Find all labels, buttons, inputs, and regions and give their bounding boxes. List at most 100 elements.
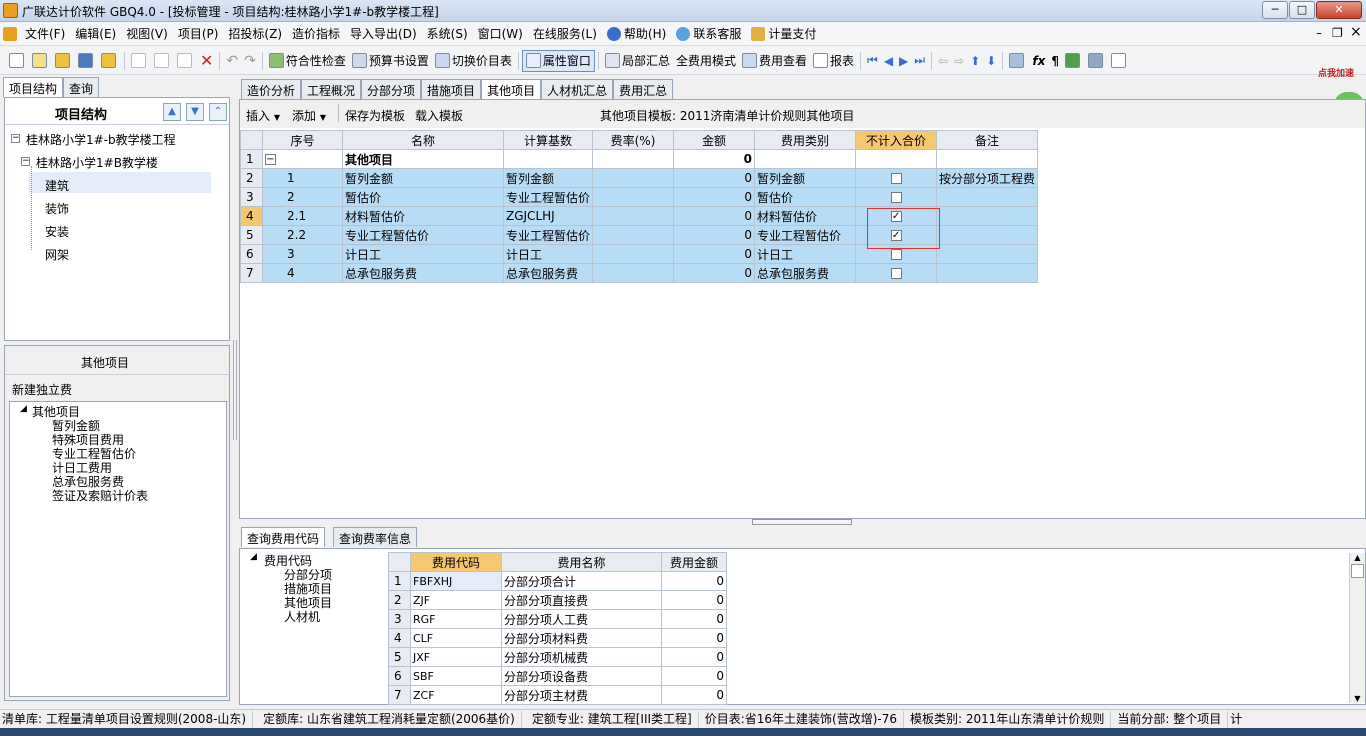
tab-labor-material-summary[interactable]: 人材机汇总: [541, 79, 614, 99]
save-button[interactable]: [75, 50, 98, 72]
table-row[interactable]: 1 FBFXHJ 分部分项合计 0: [388, 571, 727, 591]
cell-category[interactable]: [754, 149, 857, 169]
new-project-button[interactable]: [29, 50, 52, 72]
table-row[interactable]: 2 ZJF 分部分项直接费 0: [388, 590, 727, 610]
col-header-seq[interactable]: 序号: [262, 130, 343, 150]
cell-fee-code[interactable]: ZJF: [410, 590, 502, 610]
cell-name[interactable]: 暂列金额: [342, 168, 504, 188]
cell-category[interactable]: 总承包服务费: [754, 263, 857, 283]
move-right-button[interactable]: ⇨: [951, 50, 967, 72]
cell-amount[interactable]: 0: [673, 263, 756, 283]
cell-fee-amount[interactable]: 0: [661, 666, 727, 686]
tree-leaf-decoration[interactable]: 装饰: [45, 200, 69, 217]
col-header-remark[interactable]: 备注: [936, 130, 1039, 150]
screen-button[interactable]: [1085, 50, 1108, 72]
menu-payment[interactable]: 计量支付: [746, 23, 821, 45]
cell-exclude[interactable]: [855, 168, 938, 188]
cell-amount[interactable]: 0: [673, 187, 756, 207]
tab-measures[interactable]: 措施项目: [421, 79, 482, 99]
fee-code-labor-material[interactable]: 人材机: [284, 608, 320, 625]
copy-button[interactable]: [151, 50, 174, 72]
report-button[interactable]: 报表: [810, 50, 857, 72]
table-row[interactable]: 2 1 暂列金额 暂列金额 0 暂列金额 按分部分项工程费: [240, 168, 1039, 188]
cell-name[interactable]: 总承包服务费: [342, 263, 504, 283]
table-row[interactable]: 6 SBF 分部分项设备费 0: [388, 666, 727, 686]
scroll-up-icon[interactable]: ▲: [1350, 553, 1365, 562]
fee-view-button[interactable]: 费用查看: [739, 50, 810, 72]
menu-contact-service[interactable]: 联系客服: [671, 23, 746, 45]
cell-name[interactable]: 专业工程暂估价: [342, 225, 504, 245]
col-header-rate[interactable]: 费率(%): [592, 130, 675, 150]
tab-project-overview[interactable]: 工程概况: [301, 79, 362, 99]
tree-expand-icon[interactable]: ◢: [20, 404, 27, 414]
cell-amount[interactable]: 0: [673, 206, 756, 226]
cell-remark[interactable]: [936, 225, 1039, 245]
cell-rate[interactable]: [592, 263, 675, 283]
speed-badge-label[interactable]: 点我加速: [1318, 66, 1366, 80]
tree-expand-icon[interactable]: ◢: [250, 552, 257, 562]
horizontal-splitter[interactable]: [752, 519, 852, 525]
cell-base[interactable]: 专业工程暂估价: [502, 187, 594, 207]
cell-category[interactable]: 计日工: [754, 244, 857, 264]
maximize-button[interactable]: □: [1289, 1, 1315, 19]
tree-collapse-icon[interactable]: −: [21, 157, 30, 166]
cell-amount[interactable]: 0: [673, 149, 756, 169]
cell-amount[interactable]: 0: [673, 225, 756, 245]
menu-help[interactable]: 帮助(H): [602, 23, 671, 45]
list-button[interactable]: [1108, 50, 1131, 72]
cell-seq[interactable]: 2.2: [262, 225, 343, 245]
cell-base[interactable]: 总承包服务费: [502, 263, 594, 283]
other-item-visa-claims[interactable]: 签证及索赔计价表: [52, 487, 148, 504]
tab-query[interactable]: 查询: [63, 77, 100, 97]
cell-rate[interactable]: [592, 244, 675, 264]
cell-category[interactable]: 材料暂估价: [754, 206, 857, 226]
col-header-fee-code[interactable]: 费用代码: [410, 552, 502, 572]
move-down-button[interactable]: ⬇: [983, 50, 999, 72]
tree-leaf-construction[interactable]: 建筑: [45, 177, 69, 194]
cell-exclude[interactable]: [855, 263, 938, 283]
menu-project[interactable]: 项目(P): [173, 23, 224, 45]
cell-remark[interactable]: [936, 263, 1039, 283]
menu-file[interactable]: 文件(F): [20, 23, 70, 45]
tree-root-project[interactable]: 桂林路小学1#-b教学楼工程: [26, 131, 176, 148]
cell-rate[interactable]: [592, 225, 675, 245]
exclude-checkbox[interactable]: [890, 192, 902, 203]
switch-price-table-button[interactable]: 切换价目表: [432, 50, 515, 72]
cell-name[interactable]: 材料暂估价: [342, 206, 504, 226]
cell-fee-code[interactable]: CLF: [410, 628, 502, 648]
insert-dropdown[interactable]: 插入 ▼: [246, 107, 280, 124]
table-row[interactable]: 3 2 暂估价 专业工程暂估价 0 暂估价: [240, 187, 1039, 207]
vertical-scrollbar[interactable]: ▲ ▼: [1349, 553, 1365, 703]
cell-remark[interactable]: [936, 206, 1039, 226]
cell-remark[interactable]: [936, 244, 1039, 264]
tab-cost-analysis[interactable]: 造价分析: [241, 79, 302, 99]
cell-fee-code[interactable]: SBF: [410, 666, 502, 686]
redo-button[interactable]: ↷: [241, 50, 259, 72]
col-header-category[interactable]: 费用类别: [754, 130, 857, 150]
cell-base[interactable]: ZGJCLHJ: [502, 206, 594, 226]
move-up-icon[interactable]: ▲: [163, 103, 181, 121]
cell-rate[interactable]: [592, 206, 675, 226]
tree-leaf-grid-frame[interactable]: 网架: [45, 246, 69, 263]
vertical-splitter[interactable]: [233, 340, 237, 440]
menu-window[interactable]: 窗口(W): [473, 23, 528, 45]
cell-fee-name[interactable]: 分部分项材料费: [501, 628, 662, 648]
cell-name[interactable]: 暂估价: [342, 187, 504, 207]
open-button[interactable]: [52, 50, 75, 72]
move-left-button[interactable]: ⇦: [935, 50, 951, 72]
cell-rate[interactable]: [592, 149, 675, 169]
cell-fee-name[interactable]: 分部分项直接费: [501, 590, 662, 610]
cell-exclude[interactable]: [855, 149, 938, 169]
calculator-button[interactable]: [1006, 50, 1029, 72]
col-header-exclude[interactable]: 不计入合价: [855, 130, 938, 150]
cell-category[interactable]: 暂估价: [754, 187, 857, 207]
menu-edit[interactable]: 编辑(E): [70, 23, 121, 45]
new-independent-fee-button[interactable]: 新建独立费: [12, 381, 72, 398]
collapse-panel-icon[interactable]: ⌃: [209, 103, 227, 121]
mdi-close-button[interactable]: ×: [1350, 24, 1362, 40]
tree-building[interactable]: 桂林路小学1#B教学楼: [36, 154, 158, 171]
cell-fee-amount[interactable]: 0: [661, 685, 727, 705]
cell-seq[interactable]: 2: [262, 187, 343, 207]
cell-base[interactable]: [502, 149, 594, 169]
cell-fee-amount[interactable]: 0: [661, 571, 727, 591]
